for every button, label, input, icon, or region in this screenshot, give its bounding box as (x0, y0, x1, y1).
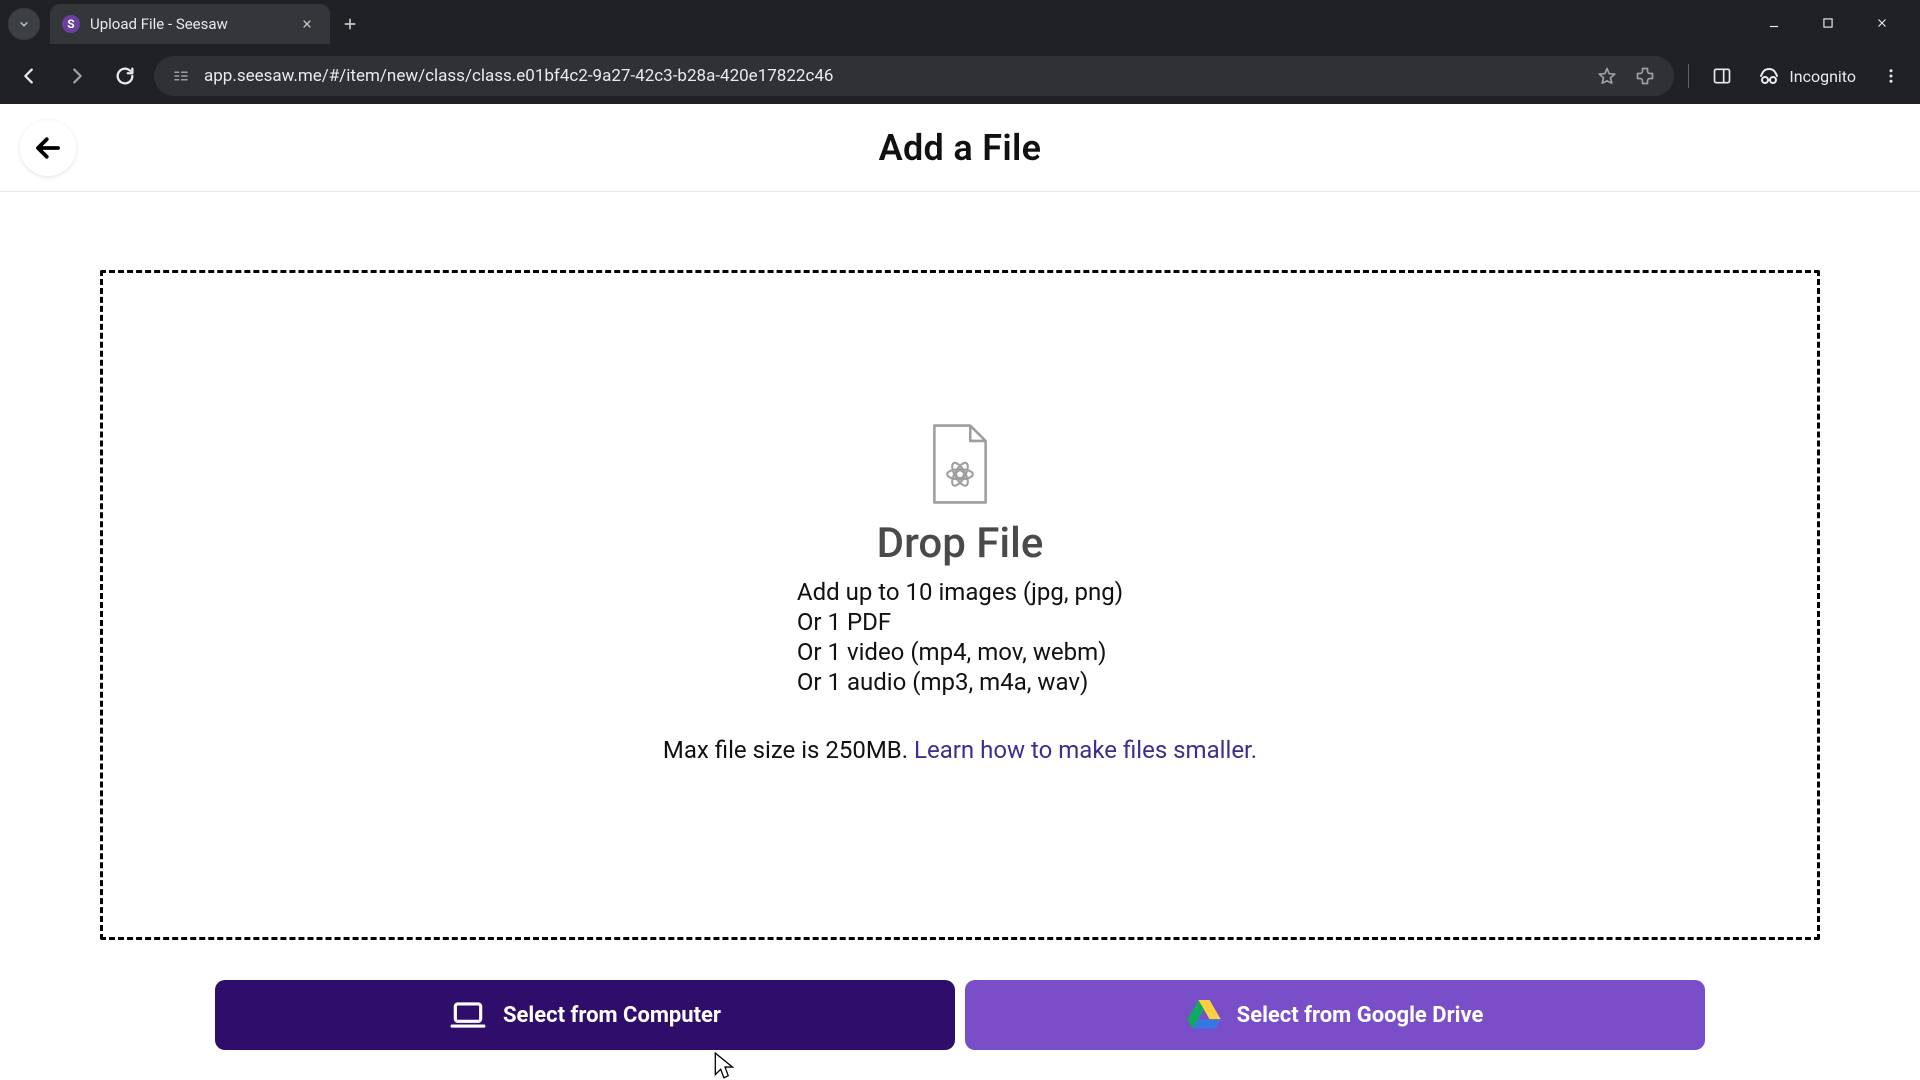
max-filesize-text: Max file size is 250MB. (663, 736, 914, 764)
laptop-icon (449, 996, 487, 1034)
format-line: Add up to 10 images (jpg, png) (797, 578, 1123, 606)
back-nav-button[interactable] (10, 57, 48, 95)
close-window-button[interactable] (1866, 15, 1898, 34)
back-button[interactable] (20, 120, 76, 176)
new-tab-button[interactable] (334, 8, 366, 40)
dropzone-title: Drop File (877, 519, 1044, 568)
button-label: Select from Computer (503, 1003, 721, 1028)
browser-chrome: S Upload File - Seesaw app (0, 0, 1920, 104)
tab-strip: S Upload File - Seesaw (0, 0, 1920, 48)
button-label: Select from Google Drive (1237, 1003, 1484, 1028)
format-line: Or 1 PDF (797, 608, 891, 636)
buttons-row: Select from Computer Select from Google … (215, 980, 1705, 1050)
incognito-indicator[interactable]: Incognito (1751, 64, 1862, 88)
app-header: Add a File (0, 104, 1920, 192)
maximize-button[interactable] (1812, 15, 1844, 34)
incognito-icon (1757, 64, 1781, 88)
chrome-menu-button[interactable] (1872, 57, 1910, 95)
format-line: Or 1 video (mp4, mov, webm) (797, 638, 1107, 666)
tab-search-button[interactable] (8, 8, 40, 40)
select-from-google-drive-button[interactable]: Select from Google Drive (965, 980, 1705, 1050)
address-bar[interactable]: app.seesaw.me/#/item/new/class/class.e01… (154, 56, 1674, 96)
site-info-icon[interactable] (170, 67, 192, 85)
browser-toolbar: app.seesaw.me/#/item/new/class/class.e01… (0, 48, 1920, 104)
extensions-icon[interactable] (1632, 66, 1658, 86)
learn-more-link[interactable]: Learn how to make files smaller. (914, 736, 1257, 764)
toolbar-divider (1688, 64, 1689, 88)
seesaw-favicon-icon: S (62, 15, 80, 33)
file-dropzone[interactable]: Drop File Add up to 10 images (jpg, png)… (100, 270, 1820, 940)
mouse-cursor-icon (714, 1052, 736, 1080)
browser-tab[interactable]: S Upload File - Seesaw (50, 4, 330, 44)
url-text: app.seesaw.me/#/item/new/class/class.e01… (204, 66, 1582, 86)
max-filesize-info: Max file size is 250MB. Learn how to mak… (663, 736, 1257, 764)
select-from-computer-button[interactable]: Select from Computer (215, 980, 955, 1050)
google-drive-icon (1187, 1000, 1221, 1030)
reload-button[interactable] (106, 57, 144, 95)
main-content: Drop File Add up to 10 images (jpg, png)… (0, 192, 1920, 1050)
side-panel-button[interactable] (1703, 57, 1741, 95)
format-line: Or 1 audio (mp3, m4a, wav) (797, 668, 1088, 696)
forward-nav-button[interactable] (58, 57, 96, 95)
window-controls (1758, 15, 1912, 34)
file-icon (929, 423, 991, 509)
tab-title: Upload File - Seesaw (90, 15, 288, 33)
format-list: Add up to 10 images (jpg, png) Or 1 PDF … (797, 578, 1123, 696)
page-title: Add a File (879, 127, 1042, 169)
bookmark-star-icon[interactable] (1594, 66, 1620, 86)
close-tab-icon[interactable] (298, 15, 316, 33)
incognito-label: Incognito (1789, 67, 1856, 86)
arrow-left-icon (33, 133, 63, 163)
minimize-button[interactable] (1758, 15, 1790, 34)
